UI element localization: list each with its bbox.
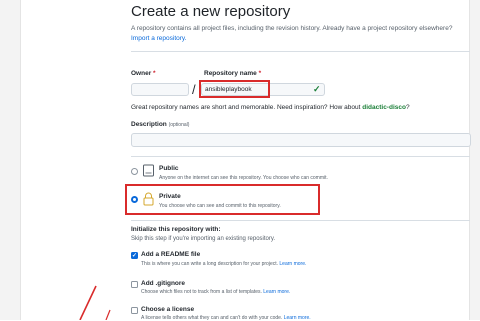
annotation-arrow <box>79 285 111 320</box>
